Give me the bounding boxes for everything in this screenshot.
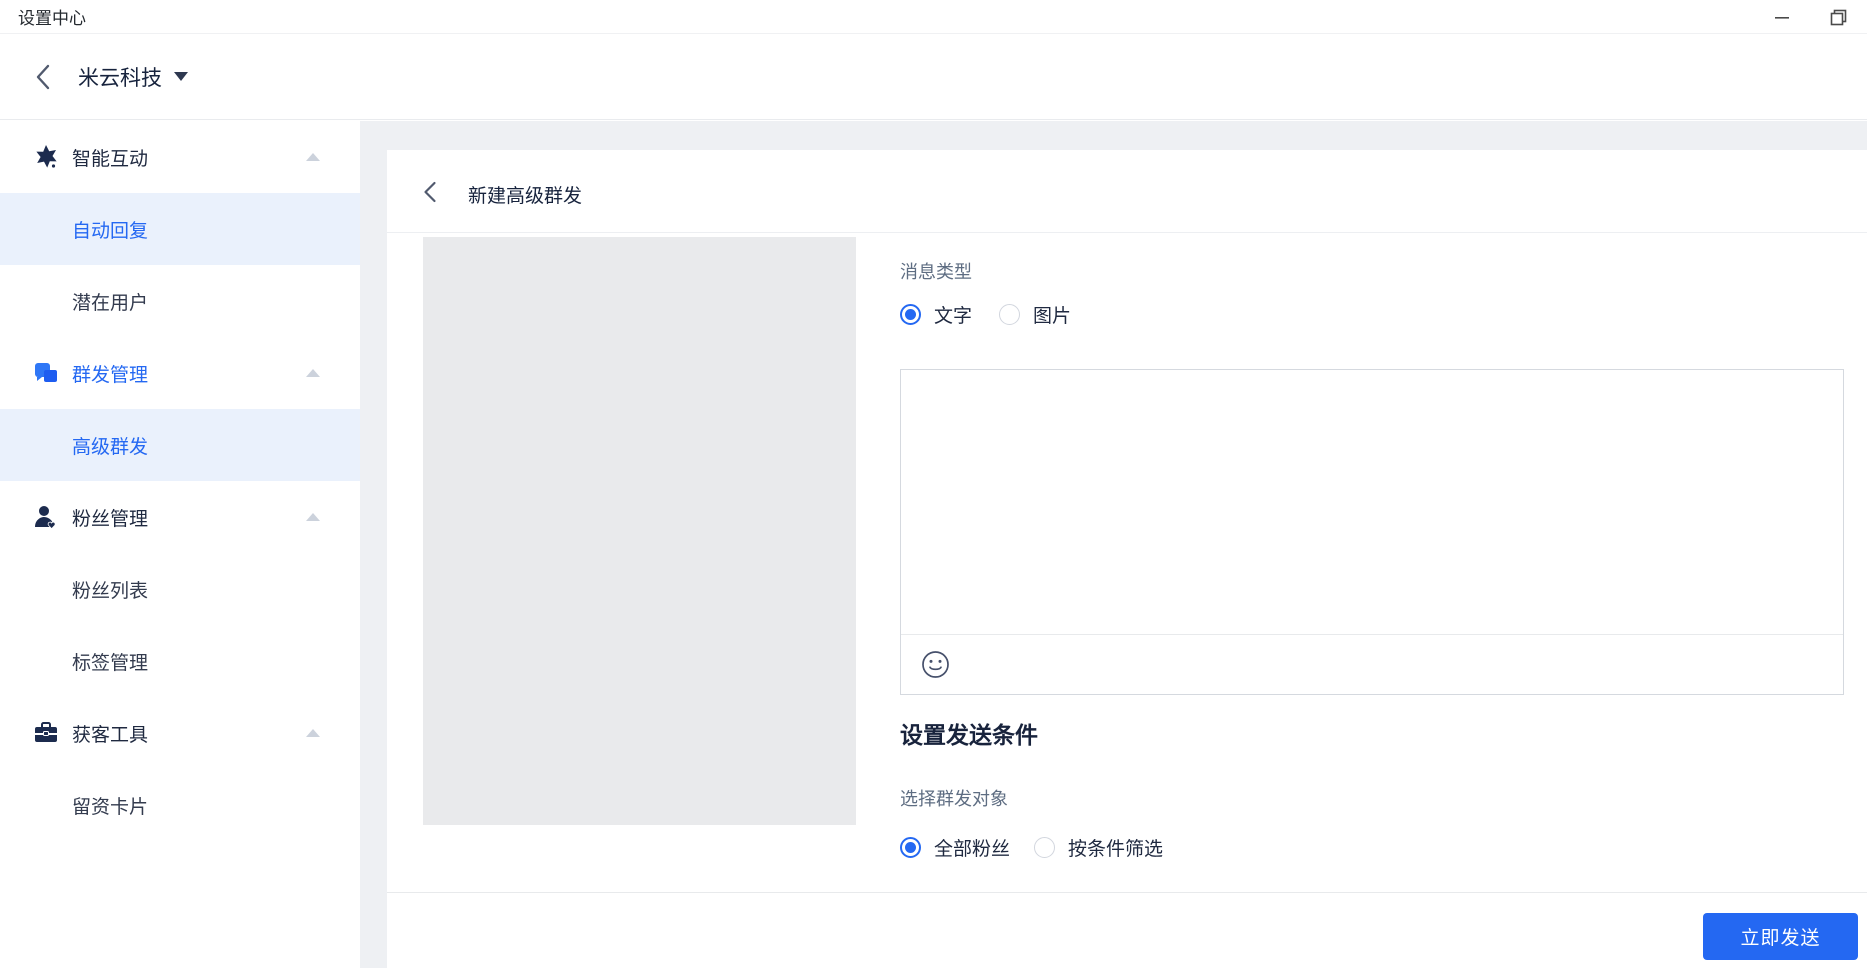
sidebar-item-label: 获客工具 bbox=[72, 724, 149, 746]
chevron-left-icon bbox=[424, 181, 436, 203]
send-condition-heading: 设置发送条件 bbox=[900, 722, 1038, 748]
message-text-input[interactable] bbox=[901, 370, 1843, 635]
sidebar-item-label: 群发管理 bbox=[72, 364, 149, 386]
sidebar-item-potential-users[interactable]: 潜在用户 bbox=[0, 265, 360, 337]
target-label: 选择群发对象 bbox=[900, 789, 1008, 809]
app-body: 智能互动 自动回复 潜在用户 群发管理 高级群发 粉丝管理 粉丝列表 标签管理 … bbox=[0, 121, 1867, 968]
radio-label[interactable]: 图片 bbox=[1033, 301, 1071, 328]
message-type-radio-group: 文字 图片 bbox=[900, 301, 1071, 327]
radio-label[interactable]: 全部粉丝 bbox=[934, 834, 1010, 861]
minimize-button[interactable] bbox=[1767, 2, 1797, 32]
footer-divider bbox=[387, 892, 1867, 893]
radio-option-text[interactable]: 文字 bbox=[900, 301, 972, 328]
restore-icon bbox=[1830, 9, 1846, 25]
window-title: 设置中心 bbox=[18, 9, 86, 28]
sidebar: 智能互动 自动回复 潜在用户 群发管理 高级群发 粉丝管理 粉丝列表 标签管理 … bbox=[0, 121, 360, 968]
target-radio-group: 全部粉丝 按条件筛选 bbox=[900, 834, 1163, 860]
sidebar-item-lead-card[interactable]: 留资卡片 bbox=[0, 769, 360, 841]
sidebar-item-label: 自动回复 bbox=[72, 220, 149, 242]
account-header: 米云科技 bbox=[0, 34, 1867, 120]
account-name: 米云科技 bbox=[78, 66, 162, 90]
page-header: 新建高级群发 bbox=[387, 150, 1867, 233]
radio-selected[interactable] bbox=[900, 303, 921, 325]
sidebar-item-smart-interaction[interactable]: 智能互动 bbox=[0, 121, 360, 193]
radio-dot bbox=[905, 841, 916, 853]
sidebar-item-auto-reply[interactable]: 自动回复 bbox=[0, 193, 360, 265]
message-preview-placeholder bbox=[423, 237, 856, 825]
sidebar-item-label: 留资卡片 bbox=[72, 796, 149, 818]
collapse-arrow-icon bbox=[306, 729, 320, 737]
emoji-icon bbox=[921, 651, 949, 678]
sidebar-item-fan-list[interactable]: 粉丝列表 bbox=[0, 553, 360, 625]
radio-selected[interactable] bbox=[900, 836, 921, 858]
account-switcher[interactable]: 米云科技 bbox=[78, 62, 188, 92]
editor-toolbar bbox=[901, 634, 1843, 694]
message-type-label: 消息类型 bbox=[900, 262, 972, 282]
radio-dot bbox=[905, 308, 916, 320]
sidebar-item-label: 智能互动 bbox=[72, 148, 149, 170]
page-back-button[interactable] bbox=[417, 179, 443, 205]
window-controls bbox=[1767, 0, 1859, 34]
sidebar-item-advanced-mass-send[interactable]: 高级群发 bbox=[0, 409, 360, 481]
sidebar-item-label: 高级群发 bbox=[72, 436, 149, 458]
sidebar-item-label: 标签管理 bbox=[72, 652, 149, 674]
collapse-arrow-icon bbox=[306, 153, 320, 161]
emoji-button[interactable] bbox=[919, 649, 951, 681]
spark-icon bbox=[33, 144, 59, 170]
chat-bubbles-icon bbox=[33, 360, 59, 386]
sidebar-item-mass-send-management[interactable]: 群发管理 bbox=[0, 337, 360, 409]
page-title: 新建高级群发 bbox=[468, 186, 583, 207]
sidebar-item-tag-management[interactable]: 标签管理 bbox=[0, 625, 360, 697]
sidebar-item-label: 粉丝管理 bbox=[72, 508, 149, 530]
radio-unselected[interactable] bbox=[1034, 836, 1056, 858]
message-editor bbox=[900, 369, 1844, 695]
radio-label[interactable]: 文字 bbox=[934, 301, 972, 328]
send-now-button[interactable]: 立即发送 bbox=[1703, 913, 1858, 960]
collapse-arrow-icon bbox=[306, 513, 320, 521]
minimize-icon bbox=[1775, 17, 1789, 19]
main-panel: 新建高级群发 消息类型 文字 图片 设置发送条件 选择群发对象 全部粉丝 按条件… bbox=[387, 150, 1867, 968]
caret-down-icon bbox=[174, 72, 188, 81]
radio-label[interactable]: 按条件筛选 bbox=[1068, 834, 1163, 861]
restore-button[interactable] bbox=[1823, 2, 1853, 32]
sidebar-item-acquisition-tools[interactable]: 获客工具 bbox=[0, 697, 360, 769]
toolbox-icon bbox=[33, 720, 59, 746]
chevron-left-icon bbox=[36, 64, 50, 89]
radio-option-filter[interactable]: 按条件筛选 bbox=[1034, 834, 1163, 861]
fan-user-icon bbox=[33, 504, 59, 530]
window-titlebar: 设置中心 bbox=[0, 0, 1867, 34]
sidebar-item-fan-management[interactable]: 粉丝管理 bbox=[0, 481, 360, 553]
sidebar-item-label: 潜在用户 bbox=[72, 292, 149, 314]
header-back-button[interactable] bbox=[30, 64, 56, 90]
radio-option-image[interactable]: 图片 bbox=[999, 301, 1071, 328]
collapse-arrow-icon bbox=[306, 369, 320, 377]
radio-option-all-fans[interactable]: 全部粉丝 bbox=[900, 834, 1010, 861]
sidebar-item-label: 粉丝列表 bbox=[72, 580, 149, 602]
radio-unselected[interactable] bbox=[999, 303, 1021, 325]
